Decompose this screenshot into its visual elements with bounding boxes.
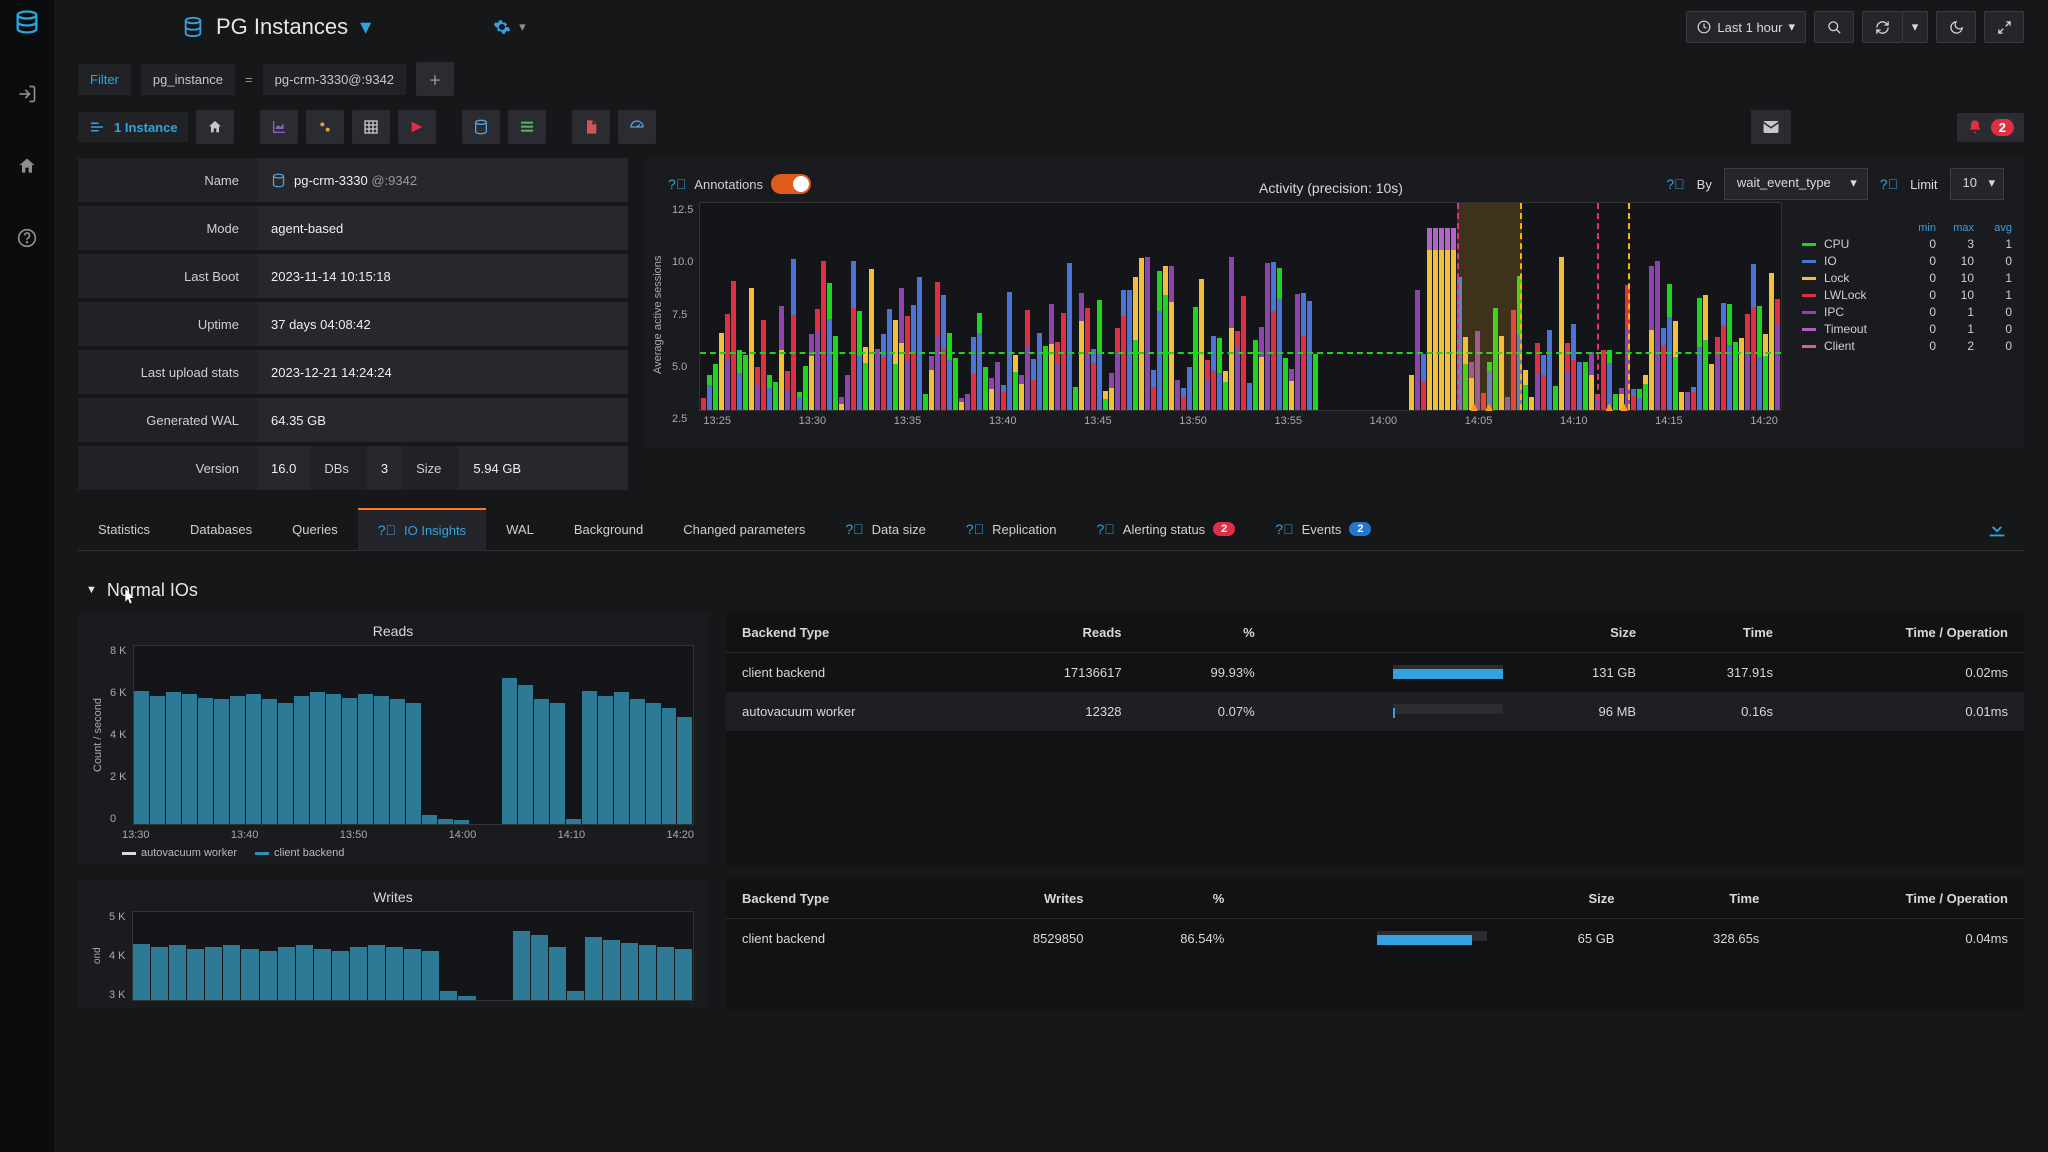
download-button[interactable] <box>1970 510 2024 548</box>
clock-icon <box>1697 20 1711 34</box>
tool-alert[interactable] <box>398 110 436 144</box>
by-select[interactable]: wait_event_type ▾ <box>1724 168 1868 200</box>
theme-toggle[interactable] <box>1936 11 1976 43</box>
app-logo[interactable] <box>13 8 41 36</box>
filter-key[interactable]: pg_instance <box>141 64 235 95</box>
tab-wal[interactable]: WAL <box>486 510 554 549</box>
filter-value[interactable]: pg-crm-3330@:9342 <box>263 64 406 95</box>
time-marker <box>1597 203 1629 410</box>
instance-last-upload: 2023-12-21 14:24:24 <box>257 350 628 394</box>
refresh-button[interactable] <box>1862 11 1902 43</box>
tool-gears[interactable] <box>306 110 344 144</box>
instance-mode: agent-based <box>257 206 628 250</box>
annotation-markers: ▲▲ <box>1603 399 1631 414</box>
filter-op: = <box>245 72 253 87</box>
instance-name: pg-crm-3330 @:9342 <box>257 158 628 202</box>
instance-toolbar: 1 Instance 2 <box>78 110 2024 144</box>
writes-chart: Writes ond 5 K4 K3 K <box>78 879 708 1009</box>
tool-dashboard[interactable] <box>618 110 656 144</box>
table-row[interactable]: client backend1713661799.93%131 GB317.91… <box>726 653 2024 693</box>
table-row[interactable]: client backend852985086.54%65 GB328.65s0… <box>726 919 2024 959</box>
writes-plot[interactable] <box>132 911 694 1001</box>
instance-version: 16.0 <box>257 446 310 490</box>
tune-icon <box>88 118 106 136</box>
tab-changed-params[interactable]: Changed parameters <box>663 510 825 549</box>
cursor-icon <box>118 587 140 609</box>
annotation-markers: ▲▲ <box>1468 399 1496 414</box>
page-title-text: PG Instances <box>216 14 348 40</box>
tab-background[interactable]: Background <box>554 510 663 549</box>
bell-icon <box>1967 119 1983 135</box>
annotations-toggle[interactable]: ?⃝ Annotations <box>668 174 811 194</box>
moon-icon <box>1949 20 1964 35</box>
filter-label: Filter <box>78 64 131 95</box>
instance-dbs: 3 <box>367 446 402 490</box>
mail-button[interactable] <box>1751 110 1791 144</box>
filter-bar: Filter pg_instance = pg-crm-3330@:9342 ＋ <box>78 62 2024 96</box>
chart-legend: minmaxavg CPU031IO0100Lock0101LWLock0101… <box>1782 202 2012 427</box>
reads-legend: autovacuum workerclient backend <box>92 841 694 859</box>
page-title-dropdown[interactable]: PG Instances ▾ <box>182 14 371 40</box>
tab-queries[interactable]: Queries <box>272 510 358 549</box>
chevron-down-icon: ▾ <box>360 14 371 40</box>
limit-select[interactable]: 10 ▾ <box>1950 168 2004 200</box>
login-icon[interactable] <box>13 80 41 108</box>
detail-tabs: Statistics Databases Queries ?⃝IO Insigh… <box>78 508 2024 551</box>
app-sidebar <box>0 0 54 1152</box>
fullscreen-button[interactable] <box>1984 11 2024 43</box>
gear-icon <box>493 18 511 36</box>
instance-info: Name pg-crm-3330 @:9342 Modeagent-based … <box>78 158 628 490</box>
alerts-indicator[interactable]: 2 <box>1957 113 2024 142</box>
chevron-down-icon: ▼ <box>86 584 97 596</box>
tool-list[interactable] <box>508 110 546 144</box>
time-selection[interactable] <box>1457 203 1522 410</box>
reads-chart: Reads Count / second 8 K6 K4 K2 K0 13:30… <box>78 613 708 865</box>
tool-chart[interactable] <box>260 110 298 144</box>
instance-last-boot: 2023-11-14 10:15:18 <box>257 254 628 298</box>
expand-icon <box>1997 20 2012 35</box>
tool-db[interactable] <box>462 110 500 144</box>
writes-table: Backend TypeWrites%SizeTimeTime / Operat… <box>726 879 2024 1009</box>
refresh-icon <box>1875 20 1890 35</box>
tool-table[interactable] <box>352 110 390 144</box>
help-icon: ?⃝ <box>668 176 686 192</box>
section-normal-ios[interactable]: ▼ Normal IOs <box>86 579 2024 601</box>
reads-table: Backend TypeReads%SizeTimeTime / Operati… <box>726 613 2024 865</box>
help-icon: ?⃝ <box>1666 176 1684 192</box>
search-icon <box>1827 20 1842 35</box>
tool-home[interactable] <box>196 110 234 144</box>
tab-alerting[interactable]: ?⃝Alerting status2 <box>1077 509 1256 549</box>
tab-replication[interactable]: ?⃝Replication <box>946 509 1077 549</box>
tab-io-insights[interactable]: ?⃝IO Insights <box>358 508 486 550</box>
instance-count[interactable]: 1 Instance <box>78 112 188 142</box>
chevron-down-icon: ▾ <box>1788 19 1795 35</box>
tool-doc[interactable] <box>572 110 610 144</box>
help-icon[interactable] <box>13 224 41 252</box>
topbar: PG Instances ▾ ▾ Last 1 hour ▾ ▾ <box>78 0 2024 54</box>
instance-wal: 64.35 GB <box>257 398 628 442</box>
activity-plot[interactable]: ▲▲ ▲▲ <box>699 202 1782 411</box>
toggle-switch[interactable] <box>771 174 811 194</box>
database-icon <box>182 16 204 38</box>
settings-dropdown[interactable]: ▾ <box>493 18 526 36</box>
help-icon: ?⃝ <box>1880 176 1898 192</box>
refresh-interval-dropdown[interactable]: ▾ <box>1902 11 1928 43</box>
tab-statistics[interactable]: Statistics <box>78 510 170 549</box>
instance-size: 5.94 GB <box>459 446 628 490</box>
tab-databases[interactable]: Databases <box>170 510 272 549</box>
reads-plot[interactable] <box>133 645 694 825</box>
zoom-out-button[interactable] <box>1814 11 1854 43</box>
instance-uptime: 37 days 04:08:42 <box>257 302 628 346</box>
chevron-down-icon: ▾ <box>519 19 526 35</box>
home-icon[interactable] <box>13 152 41 180</box>
tab-events[interactable]: ?⃝Events2 <box>1255 509 1391 549</box>
add-filter-button[interactable]: ＋ <box>416 62 454 96</box>
time-range-picker[interactable]: Last 1 hour ▾ <box>1686 11 1806 43</box>
activity-chart: ?⃝ Annotations ?⃝ By wait_event_type ▾ ?… <box>644 158 2024 448</box>
table-row[interactable]: autovacuum worker123280.07%96 MB0.16s0.0… <box>726 692 2024 731</box>
tab-data-size[interactable]: ?⃝Data size <box>825 509 946 549</box>
